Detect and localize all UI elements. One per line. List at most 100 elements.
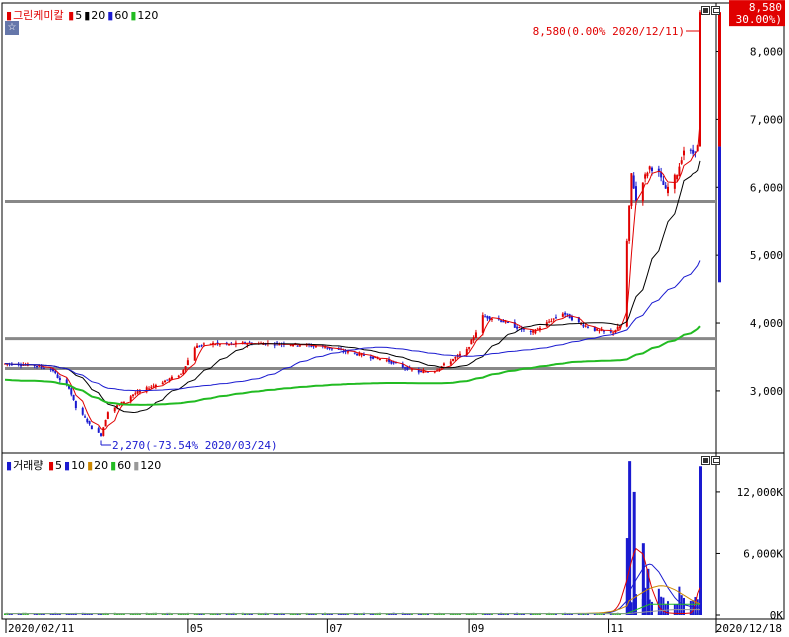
- candle-body: [246, 343, 249, 345]
- candle-body: [58, 377, 61, 381]
- vma20-line: [5, 585, 701, 614]
- candle-body: [458, 353, 461, 356]
- candle-body: [289, 344, 292, 346]
- price-range-bar-up: [718, 12, 721, 147]
- candle-body: [410, 369, 413, 371]
- candle-body: [136, 391, 139, 394]
- candle-body: [602, 330, 605, 332]
- volume-legend: ▮거래량 ▮5 ▮10 ▮20 ▮60 ▮120: [6, 459, 162, 472]
- candle-body: [196, 345, 199, 348]
- price-tick-label: 8,000: [750, 46, 783, 59]
- ma-legend-120: ▮120: [133, 459, 162, 472]
- candle-body: [200, 345, 203, 347]
- candle-body: [49, 369, 52, 371]
- candle-body: [97, 428, 100, 433]
- candle-body: [134, 393, 137, 395]
- stock-name: 그린케미칼: [13, 9, 64, 22]
- volume-maximize-button[interactable]: [711, 456, 720, 465]
- candle-body: [486, 315, 489, 319]
- candle-body: [452, 358, 455, 362]
- ma-legend-20: ▮20: [84, 9, 106, 22]
- candle-body: [532, 330, 535, 333]
- x-tick-label: 09: [471, 622, 484, 635]
- volume-bar: [625, 590, 628, 615]
- candle-body: [678, 166, 681, 177]
- candle-body: [516, 326, 519, 329]
- candle-body: [74, 400, 77, 409]
- candle-body: [42, 368, 45, 370]
- candle-body: [692, 149, 695, 154]
- candle-body: [673, 174, 676, 189]
- candle-body: [122, 401, 125, 404]
- candle-body: [385, 360, 388, 362]
- ma-legend-120: ▮120: [130, 9, 159, 22]
- candle-body: [666, 186, 669, 194]
- candle-body: [534, 330, 537, 334]
- stock-chart-window: 3,000 4,000 5,000 6,000 7,000 8,000 0K 6,000K 12…: [0, 0, 789, 637]
- candle-body: [449, 361, 452, 365]
- candle-body: [88, 421, 91, 425]
- candle-body: [369, 356, 372, 359]
- candle-body: [330, 348, 333, 350]
- candle-body: [552, 318, 555, 320]
- candle-body: [346, 351, 349, 353]
- candle-body: [326, 347, 329, 349]
- candle-body: [404, 367, 407, 369]
- candle-body: [84, 416, 87, 418]
- volume-bar: [682, 597, 685, 615]
- candle-body: [180, 373, 183, 375]
- volume-bar: [662, 597, 665, 615]
- price-panel-frame: [1, 2, 785, 454]
- candle-body: [518, 327, 521, 329]
- ma-legend-60: ▮60: [110, 459, 132, 472]
- candle-body: [70, 388, 73, 395]
- candle-body: [161, 382, 164, 385]
- candle-body: [554, 317, 557, 319]
- volume-tick-label: 0K: [770, 609, 784, 622]
- volume-title: 거래량: [13, 459, 44, 472]
- current-change-label: ( 30.00%): [722, 13, 782, 26]
- candle-body: [561, 313, 564, 317]
- candle-body: [628, 205, 631, 241]
- candle-body: [152, 385, 155, 387]
- candle-body: [548, 321, 551, 323]
- candle-body: [586, 326, 589, 328]
- candle-body: [20, 365, 23, 367]
- price-minimize-button[interactable]: [701, 6, 710, 15]
- candle-body: [273, 344, 276, 346]
- price-maximize-button[interactable]: [711, 6, 720, 15]
- volume-tick-label: 6,000K: [743, 547, 783, 560]
- price-tick-label: 3,000: [750, 385, 783, 398]
- candle-body: [314, 346, 317, 348]
- candle-body: [502, 320, 505, 323]
- price-tick-label: 5,000: [750, 249, 783, 262]
- settings-star-icon[interactable]: ☆: [5, 21, 19, 35]
- candle-body: [616, 326, 619, 330]
- volume-panel-frame: [1, 452, 785, 620]
- candle-body: [598, 330, 601, 332]
- volume-minimize-button[interactable]: [701, 456, 710, 465]
- candle-body: [422, 370, 425, 373]
- vma5-line: [5, 547, 701, 614]
- candle-body: [86, 419, 89, 423]
- candle-body: [481, 315, 484, 333]
- candle-body: [472, 337, 475, 341]
- ma-legend-20: ▮20: [87, 459, 109, 472]
- candle-body: [596, 328, 599, 331]
- candle-body: [676, 175, 679, 180]
- candle-body: [650, 167, 653, 172]
- candle-body: [177, 375, 180, 377]
- ma-legend-60: ▮60: [107, 9, 129, 22]
- vma10-line: [5, 563, 701, 614]
- candle-body: [356, 353, 359, 356]
- candle-body: [609, 331, 612, 333]
- candle-body: [166, 379, 169, 381]
- candle-body: [113, 407, 116, 412]
- volume-tick-label: 12,000K: [737, 486, 784, 499]
- candle-body: [612, 332, 615, 334]
- candle-body: [298, 345, 301, 347]
- ma-legend-5: ▮5: [47, 459, 62, 472]
- candle-body: [664, 185, 667, 189]
- volume-bar: [680, 595, 683, 615]
- x-tick-label: 11: [611, 622, 624, 635]
